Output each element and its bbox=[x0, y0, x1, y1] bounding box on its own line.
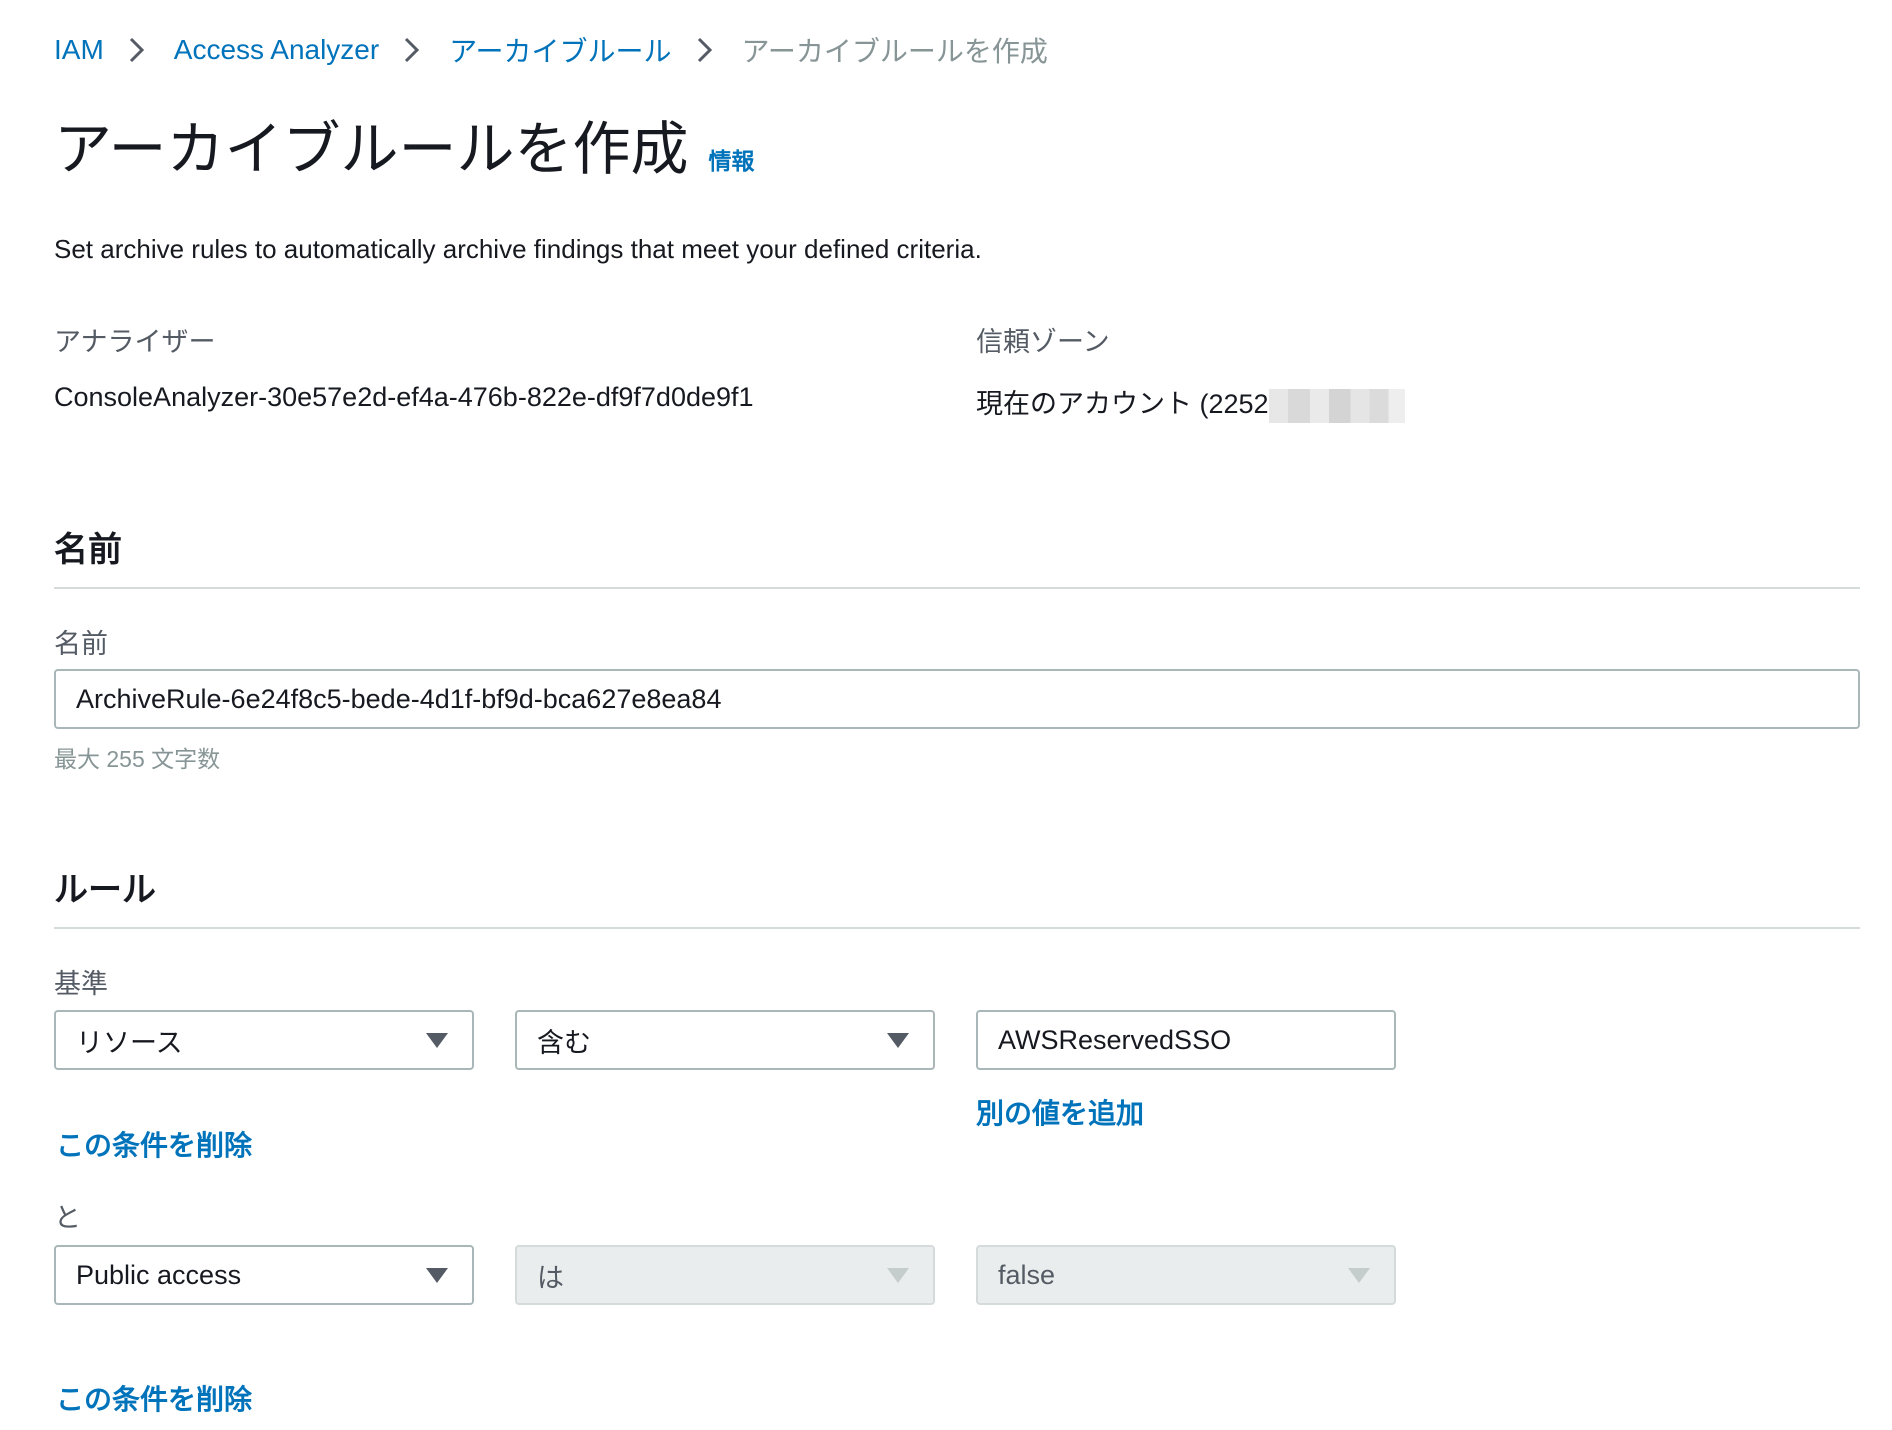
caret-down-icon bbox=[887, 1267, 909, 1283]
chevron-right-icon bbox=[114, 30, 164, 70]
remove-condition-2-link[interactable]: この条件を削除 bbox=[56, 1378, 252, 1418]
breadcrumb-access-analyzer[interactable]: Access Analyzer bbox=[174, 34, 379, 66]
analyzer-value: ConsoleAnalyzer-30e57e2d-ef4a-476b-822e-… bbox=[54, 382, 754, 412]
criteria-label: 基準 bbox=[54, 969, 108, 999]
condition-1-value-input[interactable] bbox=[976, 1010, 1396, 1070]
breadcrumb-iam[interactable]: IAM bbox=[54, 34, 104, 66]
trust-zone-label: 信頼ゾーン bbox=[976, 327, 1110, 357]
info-link[interactable]: 情報 bbox=[709, 142, 755, 176]
add-value-link[interactable]: 別の値を追加 bbox=[976, 1092, 1144, 1132]
condition-2-property-select[interactable]: Public access bbox=[54, 1245, 474, 1305]
section-divider bbox=[54, 587, 1860, 589]
name-section-heading: 名前 bbox=[54, 531, 122, 569]
breadcrumb-archive-rules[interactable]: アーカイブルール bbox=[449, 30, 671, 70]
rules-section-heading: ルール bbox=[54, 871, 156, 909]
caret-down-icon bbox=[887, 1032, 909, 1048]
condition-2-operator-value: は bbox=[537, 1262, 564, 1293]
page-title: アーカイブルールを作成 bbox=[54, 117, 689, 182]
breadcrumb-current: アーカイブルールを作成 bbox=[741, 36, 1048, 67]
name-input[interactable] bbox=[54, 669, 1860, 729]
page-description: Set archive rules to automatically archi… bbox=[54, 234, 982, 264]
caret-down-icon bbox=[426, 1267, 448, 1283]
caret-down-icon bbox=[1348, 1267, 1370, 1283]
breadcrumb: IAM Access Analyzer アーカイブルール アーカイブルールを作成 bbox=[54, 30, 1048, 70]
trust-zone-value: 現在のアカウント (2252 bbox=[976, 382, 1405, 423]
section-divider bbox=[54, 927, 1860, 929]
title-row: アーカイブルールを作成 情報 bbox=[54, 110, 755, 190]
redacted-account-id bbox=[1268, 388, 1405, 423]
chevron-right-icon bbox=[682, 30, 732, 70]
name-hint: 最大 255 文字数 bbox=[54, 746, 221, 772]
condition-connector: と bbox=[54, 1203, 81, 1233]
remove-condition-1-link[interactable]: この条件を削除 bbox=[56, 1124, 252, 1164]
chevron-right-icon bbox=[389, 30, 439, 70]
condition-2-operator-select: は bbox=[515, 1245, 935, 1305]
name-field-label: 名前 bbox=[54, 629, 108, 659]
analyzer-label: アナライザー bbox=[54, 327, 216, 357]
condition-1-property-value: リソース bbox=[76, 1027, 183, 1058]
condition-2-value-select: false bbox=[976, 1245, 1396, 1305]
condition-2-value: false bbox=[998, 1259, 1056, 1290]
condition-1-operator-select[interactable]: 含む bbox=[515, 1010, 935, 1070]
condition-1-operator-value: 含む bbox=[537, 1027, 591, 1058]
condition-1-property-select[interactable]: リソース bbox=[54, 1010, 474, 1070]
condition-2-property-value: Public access bbox=[76, 1259, 242, 1290]
caret-down-icon bbox=[426, 1032, 448, 1048]
